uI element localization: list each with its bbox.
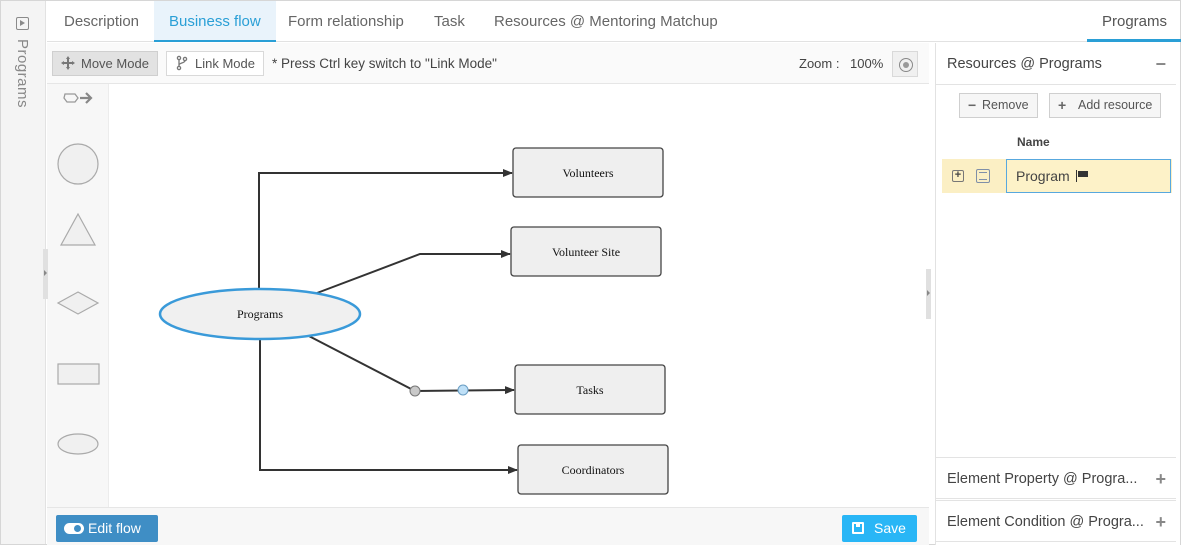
tab-description[interactable]: Description bbox=[49, 1, 154, 42]
save-button[interactable]: Save bbox=[842, 515, 917, 542]
left-rail[interactable]: Programs bbox=[1, 1, 46, 544]
expand-plus-icon[interactable]: + bbox=[1155, 458, 1166, 500]
node-coordinators-label: Coordinators bbox=[562, 463, 625, 477]
tab-programs[interactable]: Programs bbox=[1087, 1, 1181, 42]
collapse-icon[interactable]: − bbox=[1155, 43, 1166, 85]
node-tasks[interactable]: Tasks bbox=[514, 364, 666, 415]
node-volunteer-site-label: Volunteer Site bbox=[552, 245, 620, 259]
right-splitter-handle[interactable] bbox=[926, 269, 931, 319]
element-property-header[interactable]: Element Property @ Progra... + bbox=[936, 457, 1176, 499]
add-resource-button[interactable]: + Add resource bbox=[1049, 93, 1162, 118]
circle-tool[interactable] bbox=[57, 143, 99, 185]
diamond-tool[interactable] bbox=[56, 291, 100, 315]
mode-hint: * Press Ctrl key switch to "Link Mode" bbox=[272, 56, 497, 71]
zoom-value: 100% bbox=[850, 56, 884, 71]
remove-label: Remove bbox=[982, 98, 1029, 112]
shape-palette bbox=[47, 84, 109, 507]
link-midpoint-handle[interactable] bbox=[457, 384, 469, 396]
plus-icon: + bbox=[1058, 97, 1067, 113]
resource-name-cell[interactable]: Program bbox=[1006, 159, 1171, 193]
column-header-name: Name bbox=[1017, 135, 1050, 149]
save-label: Save bbox=[874, 520, 906, 536]
element-condition-header[interactable]: Element Condition @ Progra... + bbox=[936, 500, 1176, 542]
resources-panel: Resources @ Programs − − Remove + Add re… bbox=[935, 43, 1180, 545]
link-programs-volunteers[interactable] bbox=[258, 169, 513, 289]
zoom-label: Zoom : bbox=[799, 56, 840, 71]
node-volunteers[interactable]: Volunteers bbox=[512, 147, 664, 198]
flag-icon bbox=[1075, 170, 1088, 182]
tab-form-relationship[interactable]: Form relationship bbox=[273, 1, 419, 42]
node-programs[interactable]: Programs bbox=[158, 287, 362, 341]
link-mode-button[interactable]: Link Mode bbox=[166, 51, 264, 76]
expand-plus-icon[interactable]: + bbox=[1155, 501, 1166, 543]
play-square-icon[interactable] bbox=[16, 17, 29, 30]
resources-title: Resources @ Programs bbox=[947, 56, 1102, 72]
rectangle-tool[interactable] bbox=[57, 363, 100, 385]
list-icon[interactable] bbox=[976, 169, 990, 183]
remove-button[interactable]: − Remove bbox=[959, 93, 1038, 118]
rail-title: Programs bbox=[14, 39, 31, 109]
tab-bar: Description Business flow Form relations… bbox=[47, 1, 1181, 42]
move-mode-label: Move Mode bbox=[81, 56, 149, 71]
table-row[interactable]: + Program bbox=[942, 159, 1172, 193]
editor-footer: Edit flow Save bbox=[47, 507, 929, 545]
element-condition-title: Element Condition @ Progra... bbox=[947, 514, 1144, 530]
resource-name: Program bbox=[1016, 168, 1070, 184]
tab-business-flow[interactable]: Business flow bbox=[154, 1, 276, 42]
triangle-tool[interactable] bbox=[59, 212, 97, 246]
left-splitter-handle[interactable] bbox=[43, 249, 48, 299]
tab-task[interactable]: Task bbox=[419, 1, 480, 42]
node-volunteers-label: Volunteers bbox=[562, 166, 613, 180]
element-property-title: Element Property @ Progra... bbox=[947, 471, 1138, 487]
edit-flow-button[interactable]: Edit flow bbox=[56, 515, 158, 542]
link-bend-handle[interactable] bbox=[409, 385, 421, 397]
branch-icon bbox=[176, 55, 188, 71]
ellipse-tool[interactable] bbox=[57, 433, 99, 455]
node-programs-label: Programs bbox=[237, 307, 283, 321]
diagram-canvas[interactable]: Programs Volunteers Volunteer Site Tasks… bbox=[109, 84, 927, 507]
link-mode-label: Link Mode bbox=[195, 56, 255, 71]
move-mode-button[interactable]: Move Mode bbox=[52, 51, 158, 76]
add-resource-label: Add resource bbox=[1078, 98, 1153, 112]
minus-icon: − bbox=[968, 97, 977, 113]
zoom-reset-button[interactable] bbox=[892, 51, 918, 77]
edit-flow-label: Edit flow bbox=[88, 520, 141, 536]
expand-icon[interactable]: + bbox=[952, 170, 964, 182]
node-volunteer-site[interactable]: Volunteer Site bbox=[510, 226, 662, 277]
node-tasks-label: Tasks bbox=[576, 383, 603, 397]
editor-toolbar: Move Mode Link Mode * Press Ctrl key swi… bbox=[47, 43, 929, 84]
pointer-arrow-tool[interactable] bbox=[63, 92, 93, 104]
save-icon bbox=[852, 522, 864, 534]
tab-resources-mentoring[interactable]: Resources @ Mentoring Matchup bbox=[479, 1, 733, 42]
flow-editor: Move Mode Link Mode * Press Ctrl key swi… bbox=[47, 43, 929, 545]
link-programs-tasks[interactable] bbox=[304, 333, 515, 395]
move-icon bbox=[61, 56, 75, 70]
app-window: Programs Description Business flow Form … bbox=[0, 0, 1181, 545]
toggle-icon bbox=[64, 523, 84, 534]
node-coordinators[interactable]: Coordinators bbox=[517, 444, 669, 495]
link-programs-coordinators[interactable] bbox=[259, 339, 518, 474]
resources-header[interactable]: Resources @ Programs − bbox=[936, 43, 1176, 85]
link-programs-volunteer-site[interactable] bbox=[316, 250, 511, 294]
